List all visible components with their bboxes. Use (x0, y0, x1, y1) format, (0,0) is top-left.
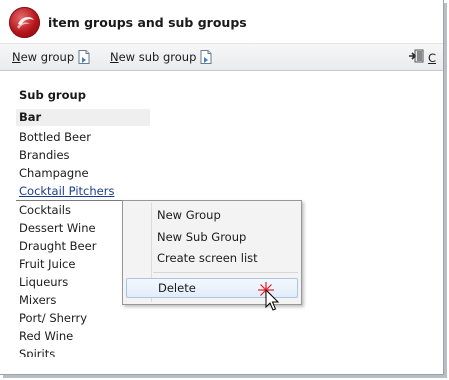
list-item[interactable]: Brandies (16, 146, 150, 164)
window-title: item groups and sub groups (48, 15, 247, 30)
window-header: item groups and sub groups (0, 0, 443, 44)
mouse-pointer-icon (256, 280, 282, 317)
new-sub-group-button[interactable]: New sub group (110, 50, 212, 64)
exit-door-icon (409, 49, 425, 66)
app-window: item groups and sub groups New group New… (0, 0, 444, 375)
menu-item-new-group[interactable]: New Group (126, 205, 298, 225)
menu-separator (153, 272, 298, 273)
menu-item-create-screen-list[interactable]: Create screen list (126, 248, 298, 268)
exit-button[interactable]: C (409, 49, 436, 66)
new-sub-group-label: New sub group (110, 50, 197, 64)
group-header-bar[interactable]: Bar (16, 109, 150, 126)
list-item-selected[interactable]: Cocktail Pitchers (16, 182, 150, 201)
toolbar: New group New sub group C (0, 44, 443, 71)
list-item[interactable]: Spirits (16, 345, 150, 357)
exit-label: C (428, 50, 437, 65)
list-item[interactable]: Champagne (16, 164, 150, 182)
menu-item-new-sub-group[interactable]: New Sub Group (126, 227, 298, 247)
section-title: Sub group (19, 88, 86, 102)
new-document-icon (78, 50, 90, 64)
list-item[interactable]: Bottled Beer (16, 128, 150, 146)
new-group-label: New group (12, 50, 75, 64)
list-item[interactable]: Red Wine (16, 327, 150, 345)
app-logo-icon (9, 7, 40, 38)
new-document-icon (200, 50, 212, 64)
new-group-button[interactable]: New group (12, 50, 90, 64)
list-item[interactable]: Port/ Sherry (16, 309, 150, 327)
